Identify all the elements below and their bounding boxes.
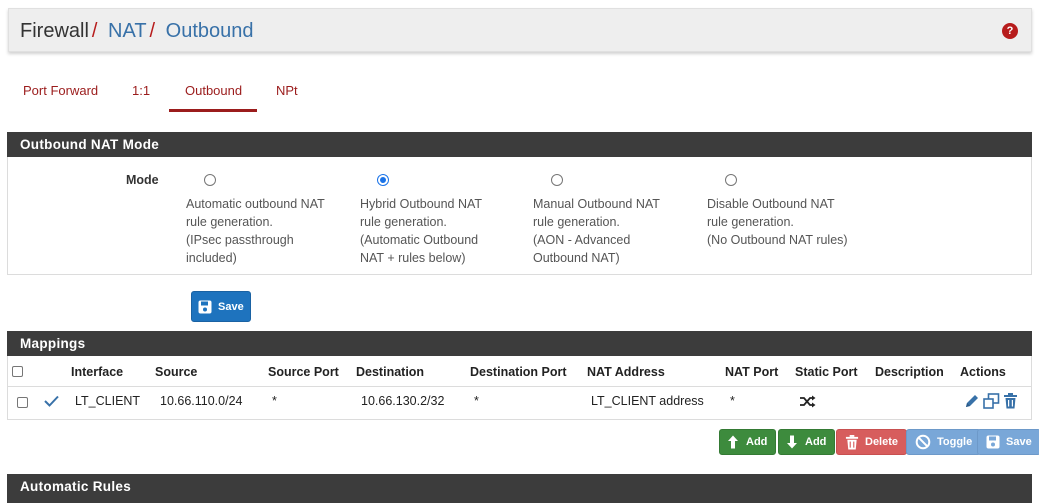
floppy-disk-icon <box>986 435 1000 449</box>
mode-option-automatic: Automatic outbound NAT rule generation. … <box>186 195 325 267</box>
tab-npt[interactable]: NPt <box>276 83 298 98</box>
column-header-nat-address[interactable]: NAT Address <box>587 365 665 379</box>
column-header-source-port[interactable]: Source Port <box>268 365 339 379</box>
ban-icon <box>915 434 931 450</box>
active-tab-indicator <box>169 109 257 112</box>
mappings-save-label: Save <box>1006 436 1032 448</box>
floppy-disk-icon <box>198 300 212 313</box>
check-icon[interactable] <box>44 395 59 407</box>
column-header-actions: Actions <box>960 365 1006 379</box>
edit-pencil-icon[interactable] <box>964 393 980 409</box>
option-line: (AON - Advanced <box>533 233 631 247</box>
add-top-button[interactable]: Add <box>719 429 777 455</box>
option-line: Outbound NAT) <box>533 251 620 265</box>
option-line: included) <box>186 251 237 265</box>
add-top-label: Add <box>746 436 768 448</box>
row-nat-address: LT_CLIENT address <box>591 394 704 408</box>
tab-outbound[interactable]: Outbound <box>185 83 242 98</box>
column-header-interface[interactable]: Interface <box>71 365 123 379</box>
mode-label: Mode <box>126 173 159 187</box>
trash-icon[interactable] <box>1003 393 1018 409</box>
option-line: (Automatic Outbound <box>360 233 479 247</box>
outbound-mode-heading: Outbound NAT Mode <box>7 132 1032 157</box>
help-icon[interactable]: ? <box>1002 23 1018 39</box>
option-line: (IPsec passthrough <box>186 233 294 247</box>
mode-radio-manual[interactable] <box>551 174 563 186</box>
delete-label: Delete <box>865 436 899 448</box>
column-header-description[interactable]: Description <box>875 365 944 379</box>
copy-icon[interactable] <box>983 393 1000 409</box>
row-destination: 10.66.130.2/32 <box>361 394 445 408</box>
mappings-save-button[interactable]: Save <box>977 429 1039 455</box>
breadcrumb: Firewall / NAT / Outbound <box>20 19 254 43</box>
select-all-checkbox[interactable] <box>12 366 23 377</box>
column-header-destination[interactable]: Destination <box>356 365 424 379</box>
delete-button[interactable]: Delete <box>836 429 908 455</box>
mode-option-hybrid: Hybrid Outbound NAT rule generation. (Au… <box>360 195 482 267</box>
table-divider <box>7 386 1032 387</box>
mode-save-label: Save <box>218 300 244 313</box>
toggle-button[interactable]: Toggle <box>906 429 982 455</box>
option-line: NAT + rules below) <box>360 251 466 265</box>
option-line: rule generation. <box>707 215 794 229</box>
outbound-mode-panel <box>7 157 1032 275</box>
mode-radio-hybrid[interactable] <box>377 174 389 186</box>
option-line: Hybrid Outbound NAT <box>360 197 483 211</box>
option-line: (No Outbound NAT rules) <box>707 233 848 247</box>
row-source: 10.66.110.0/24 <box>160 394 243 408</box>
option-line: rule generation. <box>533 215 620 229</box>
level-up-arrow-icon <box>728 435 738 449</box>
column-header-destination-port[interactable]: Destination Port <box>470 365 567 379</box>
option-line: rule generation. <box>360 215 447 229</box>
tab-port-forward[interactable]: Port Forward <box>23 83 98 98</box>
add-bottom-label: Add <box>805 436 827 448</box>
mappings-heading: Mappings <box>7 331 1032 356</box>
toggle-label: Toggle <box>937 436 973 448</box>
breadcrumb-outbound-link[interactable]: Outbound <box>166 20 254 42</box>
breadcrumb-firewall: Firewall <box>20 20 89 42</box>
level-down-arrow-icon <box>787 435 797 449</box>
column-header-static-port[interactable]: Static Port <box>795 365 858 379</box>
automatic-rules-heading: Automatic Rules <box>7 474 1032 503</box>
breadcrumb-separator: / <box>149 20 156 42</box>
trash-icon <box>845 434 859 449</box>
row-source-port: * <box>272 394 277 408</box>
mode-save-button[interactable]: Save <box>191 291 251 322</box>
column-header-nat-port[interactable]: NAT Port <box>725 365 778 379</box>
option-line: Disable Outbound NAT <box>707 197 835 211</box>
row-destination-port: * <box>474 394 479 408</box>
option-line: rule generation. <box>186 215 273 229</box>
breadcrumb-separator: / <box>91 20 98 42</box>
mode-radio-disable[interactable] <box>725 174 737 186</box>
tab-one-to-one[interactable]: 1:1 <box>132 83 150 98</box>
add-bottom-button[interactable]: Add <box>778 429 836 455</box>
shuffle-icon <box>800 395 816 408</box>
row-interface: LT_CLIENT <box>75 394 141 408</box>
breadcrumb-bar: Firewall / NAT / Outbound ? <box>8 8 1032 52</box>
mode-option-disable: Disable Outbound NAT rule generation. (N… <box>707 195 848 249</box>
row-select-checkbox[interactable] <box>17 397 28 408</box>
row-nat-port: * <box>730 394 735 408</box>
column-header-source[interactable]: Source <box>155 365 197 379</box>
mode-radio-automatic[interactable] <box>204 174 216 186</box>
mode-option-manual: Manual Outbound NAT rule generation. (AO… <box>533 195 660 267</box>
option-line: Automatic outbound NAT <box>186 197 325 211</box>
option-line: Manual Outbound NAT <box>533 197 660 211</box>
breadcrumb-nat-link[interactable]: NAT <box>108 20 147 42</box>
